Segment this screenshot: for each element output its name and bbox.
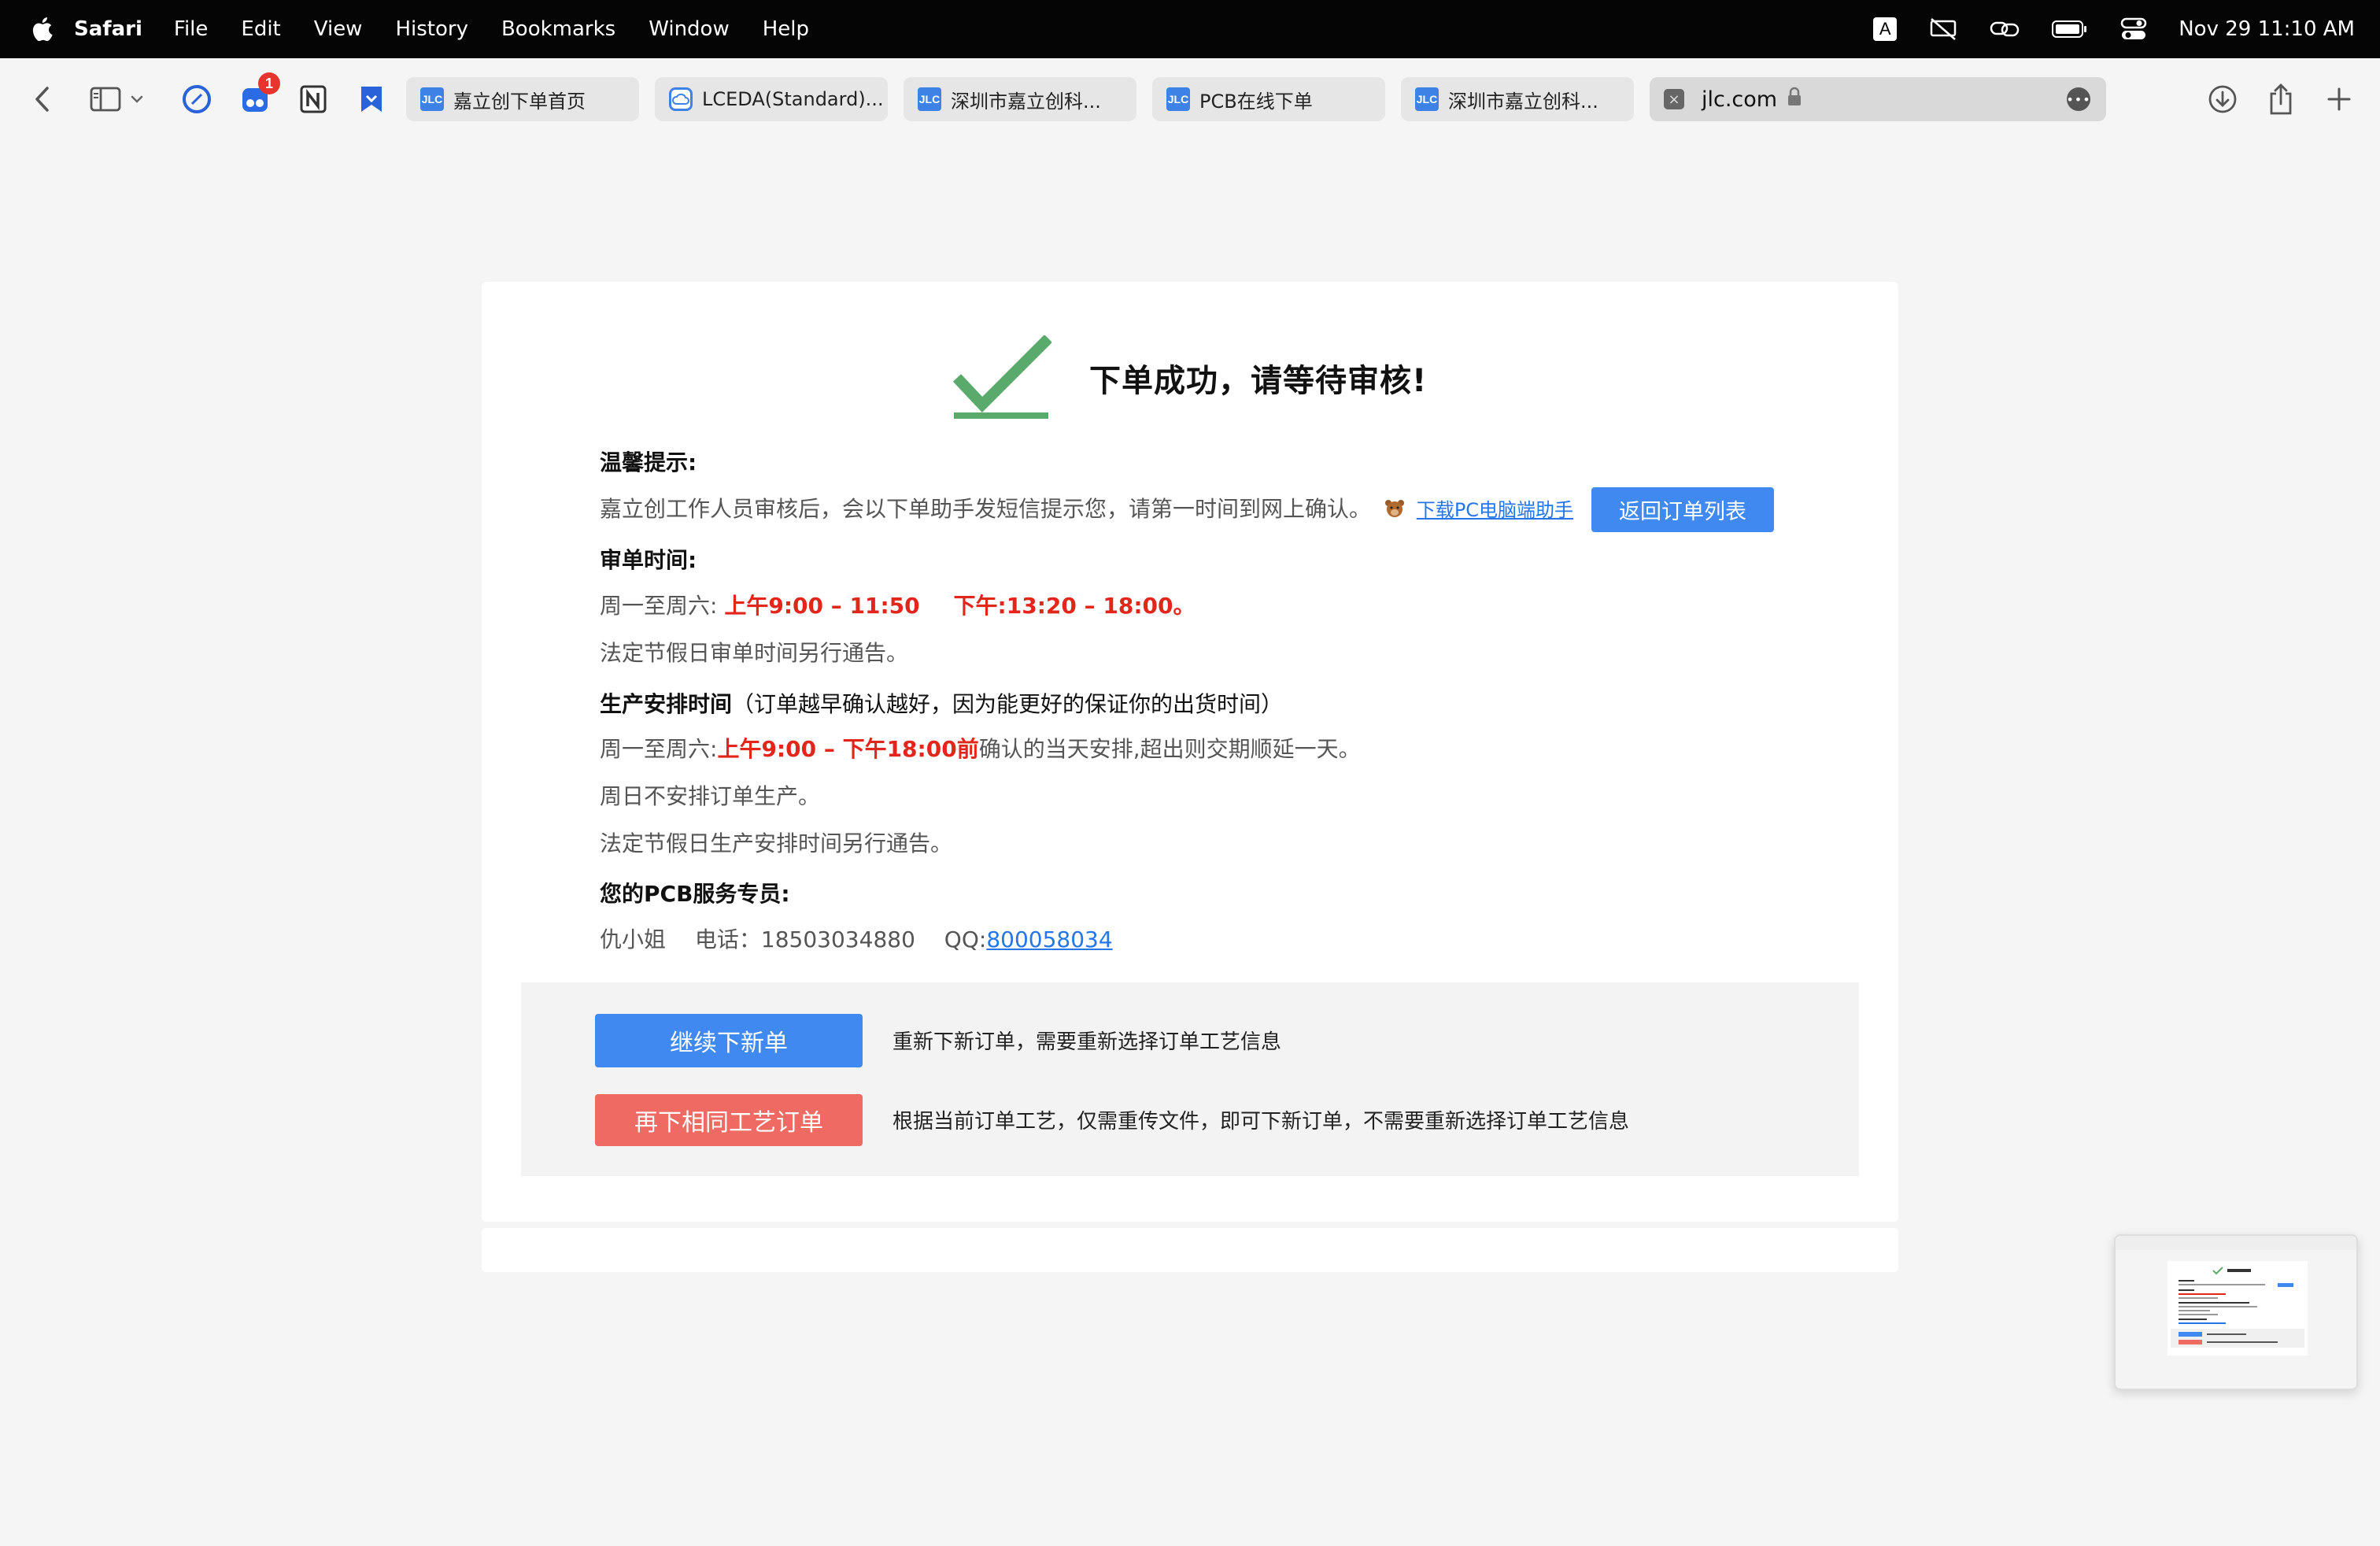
screenshot-thumbnail[interactable] [2114, 1234, 2358, 1390]
battery-icon[interactable] [2051, 19, 2089, 39]
return-to-order-list-button[interactable]: 返回订单列表 [1591, 487, 1774, 532]
jlc-favicon-icon: JLC [420, 87, 444, 111]
production-heading: 生产安排时间 [600, 691, 733, 717]
tab-jlc-company-1[interactable]: JLC 深圳市嘉立创科... [904, 77, 1136, 121]
tip-text: 嘉立创工作人员审核后，会以下单助手发短信提示您，请第一时间到网上确认。 [600, 496, 1372, 522]
jlc-favicon-icon: JLC [918, 87, 941, 111]
tip-line: 嘉立创工作人员审核后，会以下单助手发短信提示您，请第一时间到网上确认。 下载PC… [600, 492, 1573, 523]
tab-label: LCEDA(Standard)... [702, 88, 884, 110]
menu-file[interactable]: File [174, 17, 209, 41]
back-button[interactable] [20, 77, 65, 121]
menu-clock[interactable]: Nov 29 11:10 AM [2179, 17, 2355, 41]
tab-label: 深圳市嘉立创科... [1448, 90, 1598, 113]
production-note: （订单越早确认越好，因为能更好的保证你的出货时间） [732, 691, 1284, 717]
menu-app-safari[interactable]: Safari [74, 17, 142, 41]
tab-label: 嘉立创下单首页 [453, 90, 586, 113]
downloads-icon[interactable] [2201, 77, 2245, 121]
production-holiday-note: 法定节假日生产安排时间另行通告。 [600, 830, 953, 856]
new-tab-icon[interactable] [2317, 77, 2361, 121]
service-qq-label: QQ: [944, 926, 987, 952]
service-contact-line: 仇小姐 电话：18503034880 QQ:800058034 [600, 923, 1113, 954]
production-suffix: 确认的当天安排,超出则交期顺延一天。 [978, 736, 1361, 762]
input-source-icon[interactable]: A [1873, 17, 1898, 41]
menu-view[interactable]: View [314, 17, 363, 41]
menu-help[interactable]: Help [763, 17, 809, 41]
review-morning: 上午9:00 – 11:50 [724, 593, 920, 619]
thumbnail-page [2168, 1261, 2308, 1356]
tab-jlc-home[interactable]: JLC 嘉立创下单首页 [406, 77, 639, 121]
review-time-line: 周一至周六: 上午9:00 – 11:50 下午:13:20 – 18:00。 [600, 589, 1195, 620]
browser-toolbar: 1 JLC 嘉立创下单首页 LCEDA(Standard)... JLC 深圳市… [0, 58, 2380, 140]
tab-lceda[interactable]: LCEDA(Standard)... [655, 77, 888, 121]
close-tab-icon[interactable]: × [1664, 89, 1684, 109]
tab-active-jlc[interactable]: × jlc.com ••• [1650, 77, 2106, 121]
tab-label: PCB在线下单 [1199, 90, 1313, 113]
service-name: 仇小姐 [600, 926, 667, 952]
bookmark-extension-icon[interactable] [351, 77, 392, 121]
card-footer [482, 1228, 1898, 1272]
sidebar-toggle-icon[interactable] [83, 77, 128, 121]
tab-label: 深圳市嘉立创科... [951, 90, 1101, 113]
service-heading: 您的PCB服务专员: [600, 881, 790, 907]
menu-bar: Safari File Edit View History Bookmarks … [0, 0, 2380, 58]
production-time-line: 周一至周六:上午9:00 – 下午18:00前确认的当天安排,超出则交期顺延一天… [600, 732, 1361, 764]
link-icon[interactable] [1990, 18, 2020, 40]
menu-history[interactable]: History [395, 17, 468, 41]
production-heading-line: 生产安排时间（订单越早确认越好，因为能更好的保证你的出货时间） [600, 687, 1283, 719]
tab-jlc-company-2[interactable]: JLC 深圳市嘉立创科... [1401, 77, 1634, 121]
control-center-icon[interactable] [2120, 17, 2147, 41]
page-title: 下单成功，请等待审核! [1089, 363, 1428, 399]
service-qq-link[interactable]: 800058034 [986, 926, 1112, 952]
menu-edit[interactable]: Edit [241, 17, 280, 41]
screen-mirroring-off-icon[interactable] [1928, 17, 1958, 41]
production-sunday-note: 周日不安排订单生产。 [600, 783, 821, 809]
notion-icon[interactable] [293, 77, 334, 121]
bear-emoji-icon [1384, 497, 1405, 517]
share-icon[interactable] [2259, 77, 2303, 121]
apple-logo-icon[interactable] [30, 16, 54, 43]
repeat-order-description: 根据当前订单工艺，仅需重传文件，即可下新订单，不需要重新选择订单工艺信息 [893, 1110, 1630, 1134]
lceda-cloud-icon [669, 87, 693, 111]
next-action-panel [521, 982, 1859, 1176]
page-menu-icon[interactable]: ••• [2066, 87, 2090, 111]
success-check-icon [952, 335, 1051, 419]
address-bar-url[interactable]: jlc.com [1702, 87, 1777, 112]
download-pc-assistant-link[interactable]: 下载PC电脑端助手 [1417, 499, 1573, 521]
tip-heading: 温馨提示: [600, 449, 697, 475]
extension-badge: 1 [258, 72, 280, 94]
production-prefix: 周一至周六: [600, 736, 718, 762]
jlc-favicon-icon: JLC [1166, 87, 1190, 111]
compass-extension-icon[interactable] [176, 77, 217, 121]
jlc-favicon-icon: JLC [1415, 87, 1439, 111]
review-afternoon: 下午:13:20 – 18:00。 [953, 593, 1196, 619]
lock-icon [1787, 87, 1802, 112]
extension-icon[interactable]: 1 [235, 72, 280, 121]
continue-order-description: 重新下新订单，需要重新选择订单工艺信息 [893, 1030, 1282, 1054]
review-holiday-note: 法定节假日审单时间另行通告。 [600, 640, 909, 666]
repeat-same-process-order-button[interactable]: 再下相同工艺订单 [595, 1094, 863, 1146]
tab-pcb-order[interactable]: JLC PCB在线下单 [1152, 77, 1385, 121]
continue-new-order-button[interactable]: 继续下新单 [595, 1014, 863, 1067]
chevron-down-icon[interactable] [126, 77, 148, 121]
service-phone: 电话：18503034880 [694, 926, 915, 952]
production-time: 上午9:00 – 下午18:00前 [717, 736, 979, 762]
success-header: 下单成功，请等待审核! [951, 335, 1427, 420]
thumbnail-toolbar [2116, 1236, 2356, 1250]
review-time-heading: 审单时间: [600, 547, 697, 573]
menu-window[interactable]: Window [649, 17, 730, 41]
menu-bookmarks[interactable]: Bookmarks [501, 17, 615, 41]
review-prefix: 周一至周六: [600, 593, 718, 619]
